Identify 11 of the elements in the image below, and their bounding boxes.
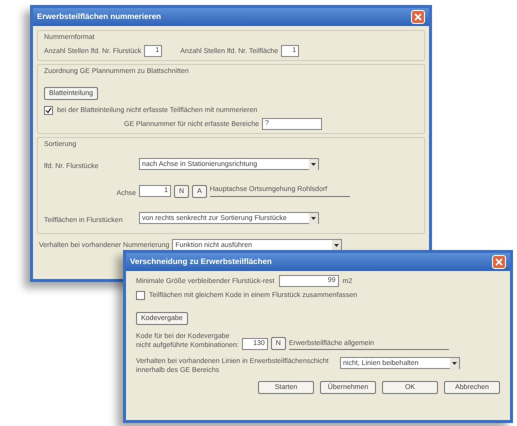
checkbox[interactable] xyxy=(136,291,145,300)
caret-icon xyxy=(309,158,318,170)
checkbox[interactable] xyxy=(44,106,53,115)
close-button[interactable] xyxy=(411,10,425,24)
caret-icon xyxy=(450,358,459,368)
close-icon xyxy=(414,13,422,21)
window-title: Erwerbsteilflächen nummerieren xyxy=(37,11,162,23)
window-title: Verschneidung zu Erwerbsteilflächen xyxy=(130,256,272,268)
close-icon xyxy=(495,258,503,266)
caret-icon xyxy=(309,212,318,224)
close-button[interactable] xyxy=(492,255,506,269)
